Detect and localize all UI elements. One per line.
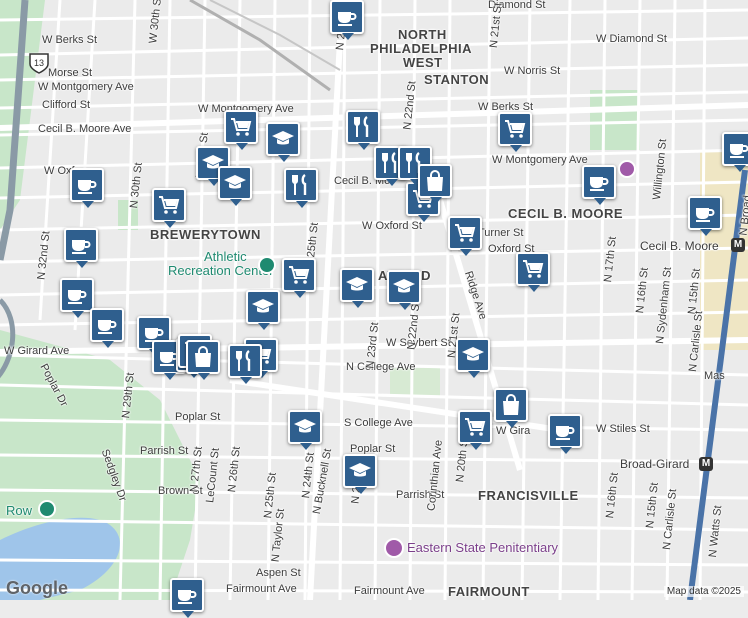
- street-w-berks: W Berks St: [42, 34, 98, 46]
- restaurant-marker[interactable]: [346, 110, 380, 150]
- street-aspen: Aspen St: [256, 567, 301, 579]
- park-pin-icon-2: [38, 500, 56, 518]
- street-w-montgomery: W Montgomery Ave: [38, 81, 134, 93]
- school-marker[interactable]: [218, 166, 252, 206]
- area-philadelphia: PHILADELPHIA: [370, 41, 473, 56]
- street-fairmount-right: Fairmount Ave: [354, 585, 425, 597]
- cafe-marker[interactable]: [688, 196, 722, 236]
- cafe-marker[interactable]: [60, 278, 94, 318]
- street-w-stiles: W Stiles St: [596, 423, 650, 435]
- athletic-label: Athletic: [204, 249, 247, 264]
- area-west: WEST: [403, 55, 443, 70]
- grocery-marker[interactable]: [498, 112, 532, 152]
- shopping-marker[interactable]: [186, 340, 220, 380]
- grocery-marker[interactable]: [458, 410, 492, 450]
- street-fairmount-left: Fairmount Ave: [226, 583, 297, 595]
- metro-icon-2: M: [699, 457, 713, 471]
- cafe-marker[interactable]: [64, 228, 98, 268]
- cecil-station-label: Cecil B. Moore: [640, 239, 719, 253]
- map-data-attribution[interactable]: Map data ©2025: [663, 586, 744, 597]
- street-clifford: Clifford St: [42, 99, 91, 111]
- street-w-diamond: W Diamond St: [596, 33, 667, 45]
- school-marker[interactable]: [266, 122, 300, 162]
- street-mas: Mas: [704, 370, 725, 382]
- restaurant-marker[interactable]: [228, 344, 262, 384]
- school-marker[interactable]: [343, 454, 377, 494]
- grocery-marker[interactable]: [448, 216, 482, 256]
- green-area: [590, 90, 640, 150]
- route-13-shield: 13: [29, 53, 49, 74]
- area-stanton: STANTON: [424, 72, 490, 87]
- museum-pin-icon-2: [618, 160, 636, 178]
- broad-girard-label: Broad-Girard: [620, 457, 690, 471]
- row-label: Row: [6, 503, 33, 518]
- street-parrish-left: Parrish St: [140, 445, 189, 457]
- street-poplar-left: Poplar St: [175, 411, 221, 423]
- grocery-marker[interactable]: [224, 110, 258, 150]
- street-w-girard: W Girard Ave: [4, 345, 70, 357]
- street-turner: Turner St: [478, 227, 524, 239]
- area-brewerytown: BREWERYTOWN: [150, 227, 261, 242]
- area-north: NORTH: [398, 27, 447, 42]
- street-cecil-moore-ave: Cecil B. Moore Ave: [38, 123, 132, 135]
- street-w-montgomery-right: W Montgomery Ave: [492, 154, 588, 166]
- street-s-college: S College Ave: [344, 417, 413, 429]
- shopping-marker[interactable]: [418, 164, 452, 204]
- school-marker[interactable]: [246, 290, 280, 330]
- restaurant-marker[interactable]: [284, 168, 318, 208]
- cafe-marker[interactable]: [330, 0, 364, 40]
- street-morse: Morse St: [48, 67, 93, 79]
- cafe-marker[interactable]: [582, 165, 616, 205]
- area-fairmount: FAIRMOUNT: [448, 584, 530, 599]
- google-logo[interactable]: Google: [6, 578, 68, 599]
- metro-icon: M: [731, 238, 745, 252]
- museum-pin-icon: [384, 538, 404, 558]
- cafe-marker[interactable]: [548, 414, 582, 454]
- street-w-oxford: W Oxford St: [362, 220, 422, 232]
- cafe-marker[interactable]: [70, 168, 104, 208]
- svg-text:13: 13: [34, 58, 44, 68]
- park-pin-icon: [258, 256, 276, 274]
- school-marker[interactable]: [288, 410, 322, 450]
- map-canvas[interactable]: NORTH PHILADELPHIA WEST STANTON BREWERYT…: [0, 0, 748, 618]
- grocery-marker[interactable]: [152, 188, 186, 228]
- grocery-marker[interactable]: [282, 258, 316, 298]
- area-cecil-b-moore: CECIL B. MOORE: [508, 206, 624, 221]
- shopping-marker[interactable]: [494, 388, 528, 428]
- eastern-state-label: Eastern State Penitentiary: [407, 540, 559, 555]
- street-n-college: N College Ave: [346, 361, 416, 373]
- street-w-norris: W Norris St: [504, 65, 561, 77]
- cafe-marker[interactable]: [170, 578, 204, 618]
- cafe-marker[interactable]: [722, 132, 748, 172]
- grocery-marker[interactable]: [516, 252, 550, 292]
- area-francisville: FRANCISVILLE: [478, 488, 579, 503]
- school-marker[interactable]: [456, 338, 490, 378]
- school-marker[interactable]: [340, 268, 374, 308]
- cafe-marker[interactable]: [90, 308, 124, 348]
- school-marker[interactable]: [387, 270, 421, 310]
